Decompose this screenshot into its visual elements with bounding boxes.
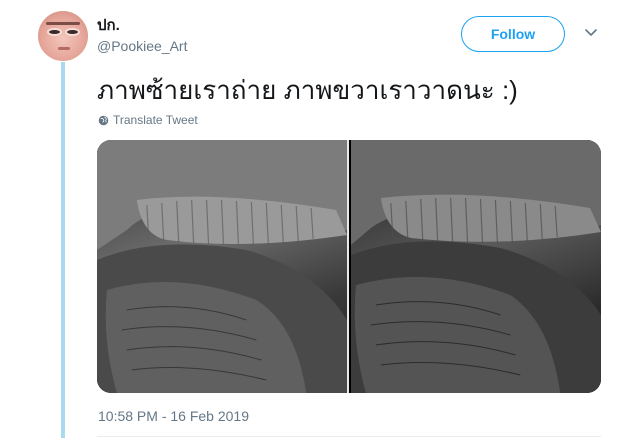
photo-divider bbox=[347, 140, 349, 393]
tweet-timestamp[interactable]: 10:58 PM - 16 Feb 2019 bbox=[98, 408, 249, 424]
divider-line bbox=[97, 436, 601, 437]
display-name[interactable]: ปก. bbox=[97, 13, 120, 37]
thread-line bbox=[61, 62, 65, 438]
photo-left[interactable] bbox=[97, 140, 347, 393]
translate-tweet-link[interactable]: Translate Tweet bbox=[98, 113, 198, 127]
avatar-brow bbox=[46, 22, 80, 25]
tweet-text: ภาพซ้ายเราถ่าย ภาพขวาเราวาดนะ :) bbox=[97, 75, 518, 105]
globe-icon bbox=[98, 115, 109, 125]
avatar-eye-right bbox=[65, 28, 80, 36]
translate-label: Translate Tweet bbox=[113, 113, 198, 127]
avatar-mouth bbox=[58, 47, 70, 50]
photo-left-image bbox=[97, 140, 347, 393]
avatar-eye-left bbox=[47, 28, 62, 36]
chevron-down-icon[interactable] bbox=[584, 28, 598, 38]
photo-right-image bbox=[350, 140, 601, 393]
photo-right[interactable] bbox=[350, 140, 601, 393]
follow-button[interactable]: Follow bbox=[461, 16, 565, 52]
tweet-media[interactable] bbox=[97, 140, 601, 393]
user-handle[interactable]: @Pookiee_Art bbox=[97, 38, 187, 54]
avatar[interactable] bbox=[38, 11, 88, 61]
